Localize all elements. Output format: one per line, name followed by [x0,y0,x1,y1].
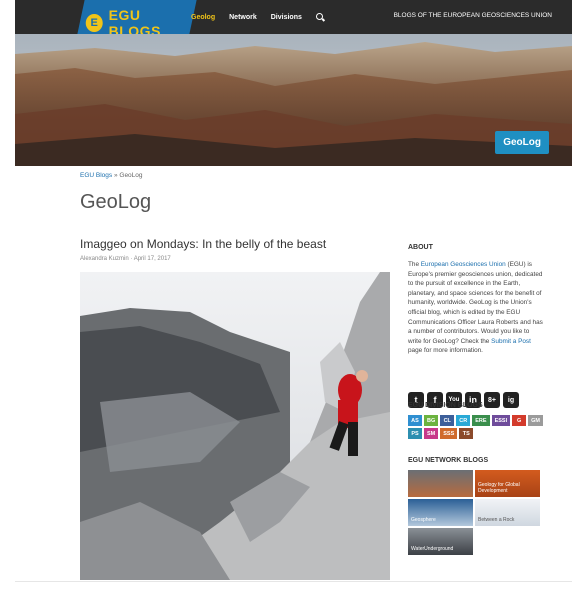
breadcrumb: EGU Blogs » GeoLog [80,172,143,179]
breadcrumb-home-link[interactable]: EGU Blogs [80,172,112,179]
division-badges: AS BG CL CR ERE ESSI G GM PS SM SSS TS [408,415,544,439]
network-blog-thumb[interactable] [408,470,473,497]
thumb-label: Geology for Global Development [478,482,520,494]
post-date: April 17, 2017 [133,256,171,262]
division-badge-bg[interactable]: BG [424,415,439,426]
post-featured-image[interactable] [80,272,390,580]
network-blog-thumb[interactable]: WaterUnderground [408,528,473,555]
search-icon[interactable] [315,13,324,21]
post-title-link[interactable]: Imaggeo on Mondays: In the belly of the … [80,237,326,251]
footer-divider [15,581,572,582]
division-badge-essi[interactable]: ESSI [491,415,511,426]
breadcrumb-current: GeoLog [119,172,143,179]
network-blog-thumb[interactable]: Geology for Global Development [475,470,540,497]
main-nav: Geolog Network Divisions [191,0,324,34]
about-text-part: page for more information. [408,347,483,355]
thumb-label: WaterUnderground [411,546,454,552]
nav-item-geolog[interactable]: Geolog [191,14,215,21]
about-text-part: The [408,261,421,268]
geolog-badge: GeoLog [495,131,549,154]
post-author[interactable]: Alexandra Kuzmin [80,256,129,262]
site-tagline: BLOGS OF THE EUROPEAN GEOSCIENCES UNION [393,12,552,19]
page-title: GeoLog [80,191,152,213]
division-badge-sss[interactable]: SSS [440,428,458,439]
post-meta: Alexandra Kuzmin · April 17, 2017 [80,256,171,262]
submit-post-link[interactable]: Submit a Post [491,338,531,345]
division-badge-ere[interactable]: ERE [472,415,490,426]
division-badge-cr[interactable]: CR [456,415,471,426]
network-blog-thumb[interactable]: Between a Rock [475,499,540,526]
division-badge-gm[interactable]: GM [528,415,543,426]
nav-item-divisions[interactable]: Divisions [271,14,302,21]
google-plus-icon[interactable]: 8+ [484,392,500,408]
header-banner-image: GeoLog [15,34,572,166]
division-badge-ps[interactable]: PS [408,428,422,439]
division-badge-g[interactable]: G [512,415,527,426]
division-blogs-heading: EGU DIVISION BLOGS [408,402,483,409]
instagram-icon[interactable]: ig [503,392,519,408]
network-blog-thumb[interactable]: Geosphere [408,499,473,526]
division-badge-as[interactable]: AS [408,415,422,426]
division-badge-ts[interactable]: TS [459,428,474,439]
nav-item-network[interactable]: Network [229,14,257,21]
about-text-part: (EGU) is Europe's premier geosciences un… [408,261,543,345]
egu-logo-badge: E [85,14,103,32]
thumb-label: Geosphere [411,517,436,523]
about-text: The European Geosciences Union (EGU) is … [408,260,544,356]
network-blogs-heading: EGU NETWORK BLOGS [408,457,489,464]
about-heading: ABOUT [408,244,433,251]
egu-blogs-logo[interactable]: E EGU BLOGS [77,0,197,39]
division-badge-cl[interactable]: CL [440,415,455,426]
division-badge-sm[interactable]: SM [424,428,439,439]
top-navigation-bar: E EGU BLOGS Geolog Network Divisions BLO… [15,0,572,39]
thumb-label: Between a Rock [478,517,515,523]
egu-link[interactable]: European Geosciences Union [421,261,506,268]
